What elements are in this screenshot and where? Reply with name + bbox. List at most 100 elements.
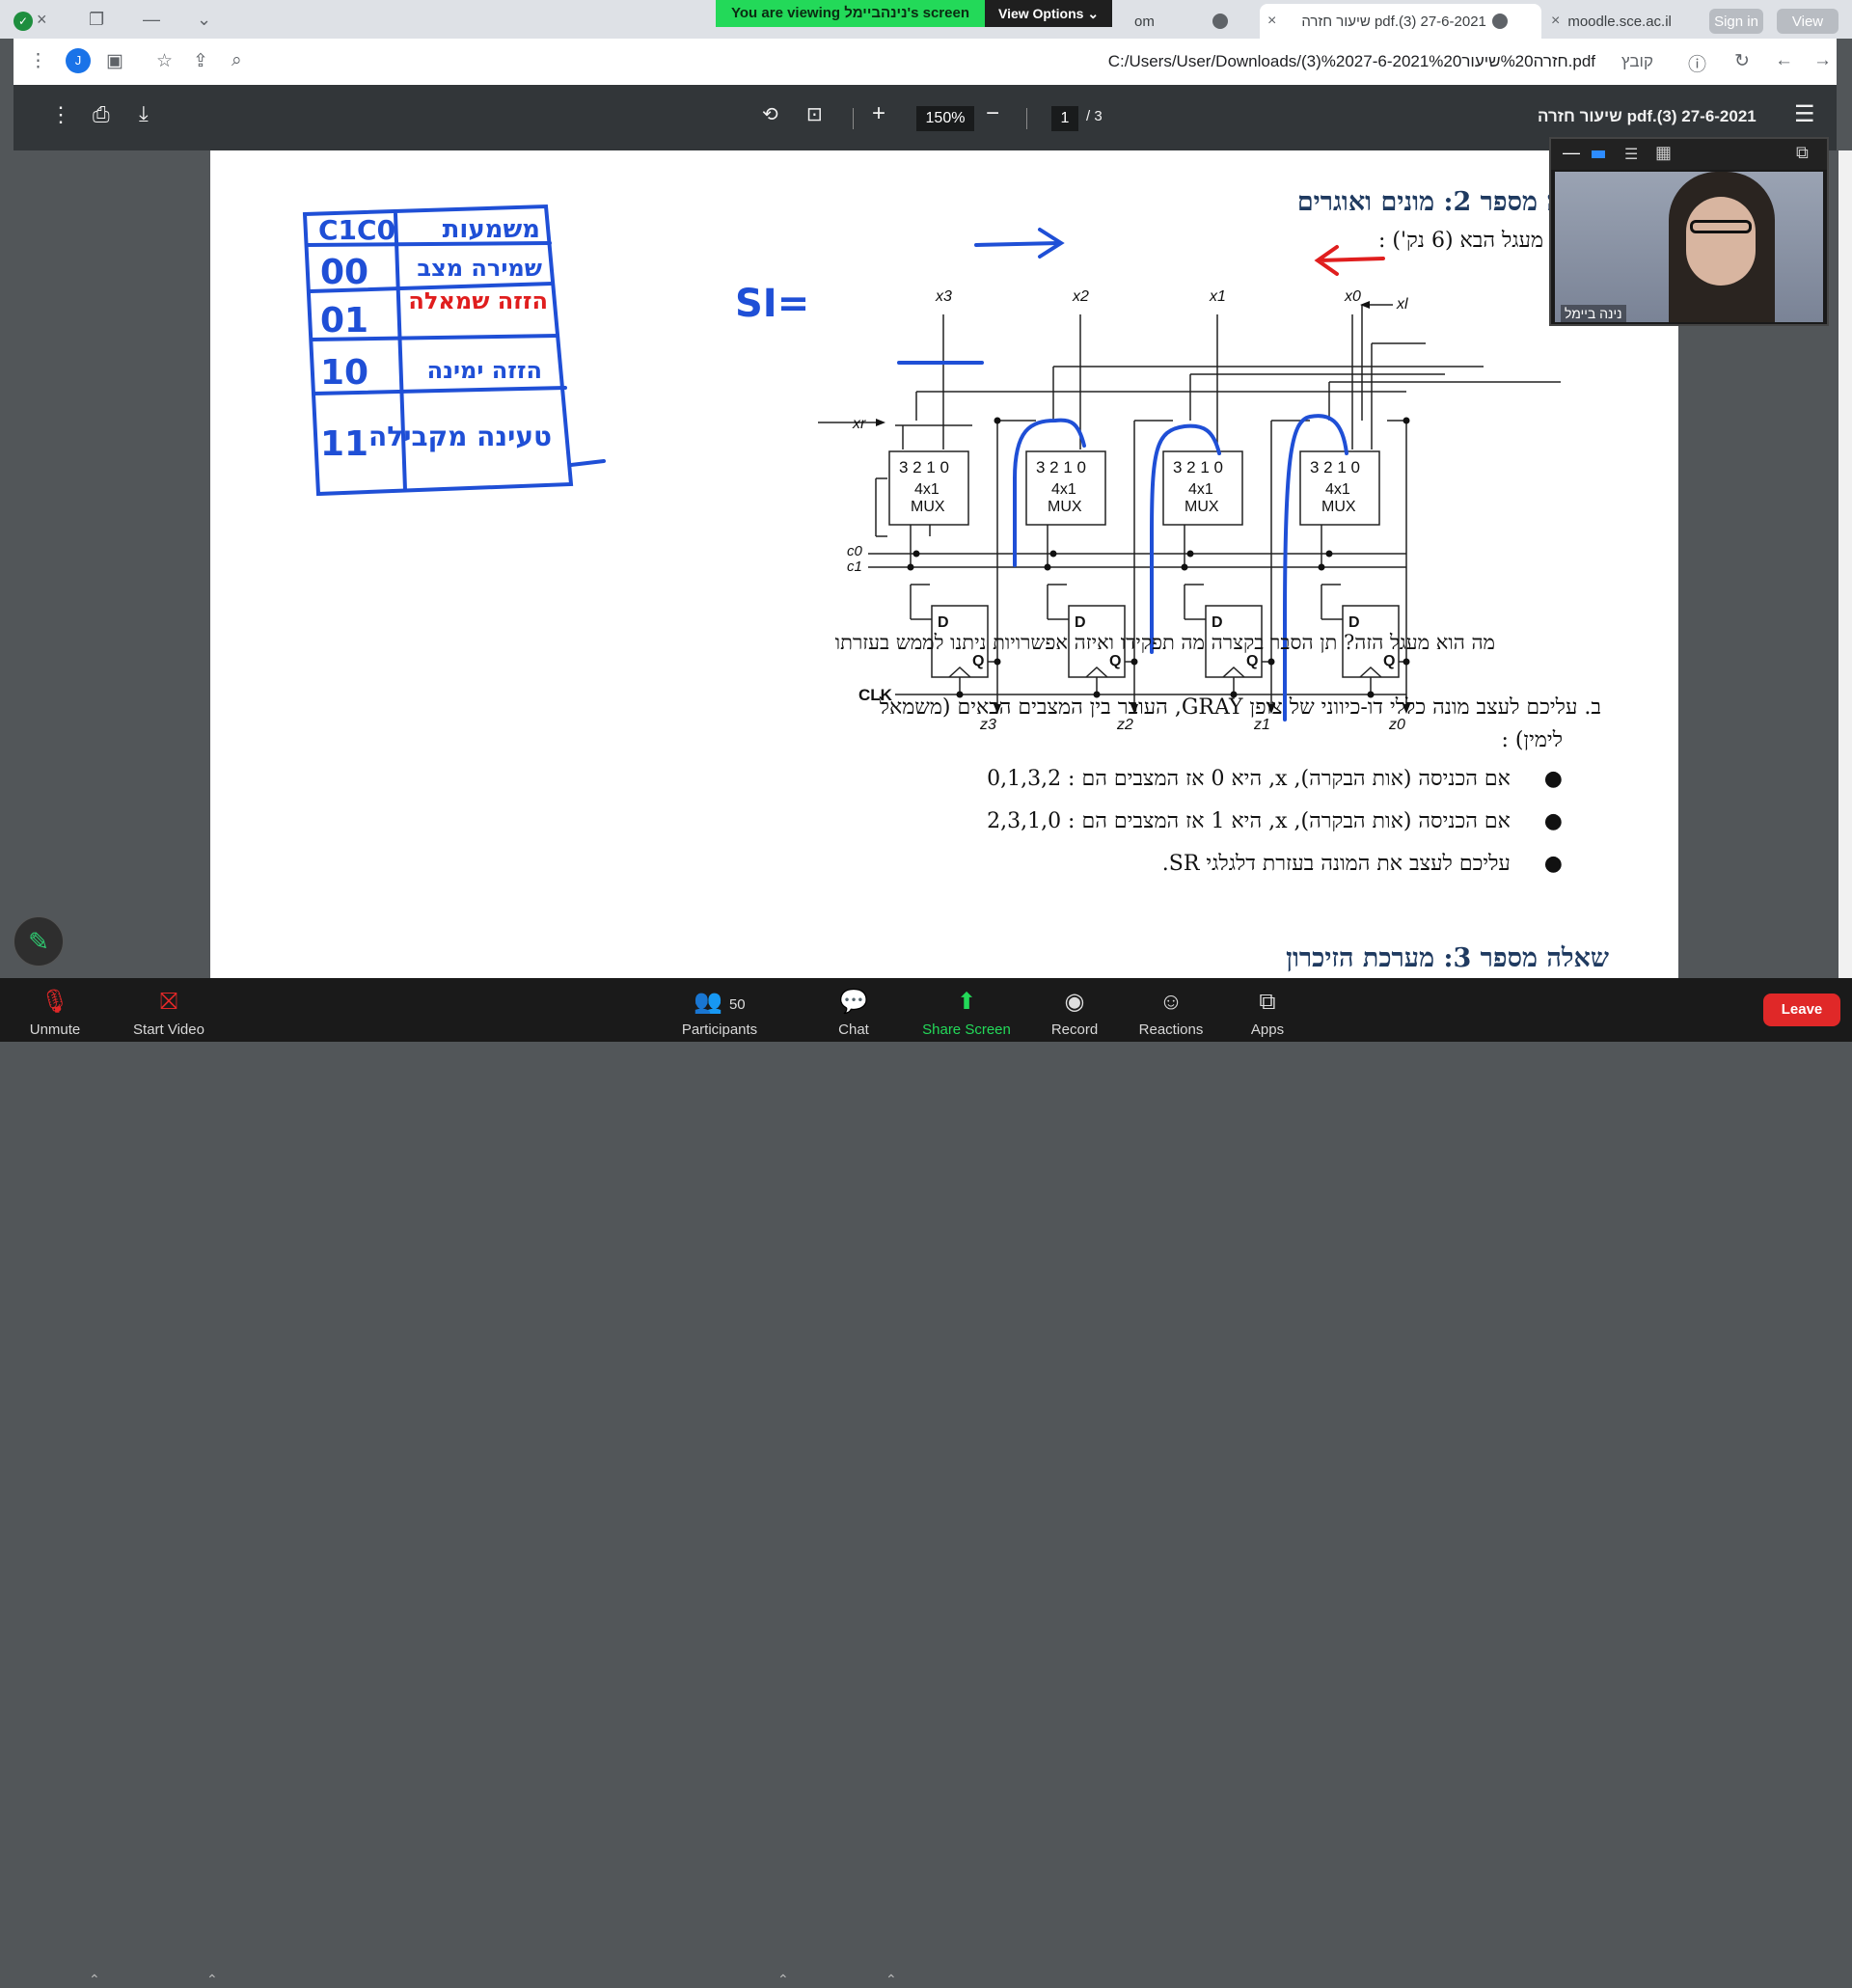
table-row-label: 00 [320, 253, 368, 292]
rotate-icon[interactable]: ⟲ [762, 102, 778, 126]
chevron-up-icon[interactable]: ⌃ [885, 1972, 897, 1988]
chevron-up-icon[interactable]: ⌃ [206, 1972, 218, 1988]
chevron-up-icon[interactable]: ⌃ [89, 1972, 100, 1988]
chat-icon: 💬 [839, 989, 868, 1015]
table-row-label: 11 [320, 424, 368, 464]
question-2b-line1: ב. עליכם לעצב מונה כללי דו-כיווני של צופ… [879, 695, 1601, 720]
more-options-icon[interactable]: ⋮ [50, 102, 71, 127]
reload-icon[interactable]: ↻ [1734, 50, 1750, 72]
zoom-level[interactable]: 150% [916, 106, 974, 131]
reactions-button[interactable]: ☺ Reactions [1136, 978, 1206, 1042]
handwritten-arrow-red [1314, 245, 1385, 276]
ff-q-label: Q [1383, 653, 1395, 669]
annotate-pen-icon[interactable]: ✎ [14, 916, 64, 967]
viewing-label: You are viewing נינהביימל's screen [716, 0, 985, 27]
ff-d-label: D [1212, 614, 1223, 631]
record-button[interactable]: ◉ Record [1048, 978, 1102, 1042]
info-icon[interactable]: ⓘ [1688, 50, 1706, 76]
input-label-x3: x3 [935, 288, 952, 305]
restore-icon[interactable]: ❐ [89, 10, 104, 30]
view-options-button[interactable]: View Options ⌄ [985, 0, 1113, 27]
table-row-label: 01 [320, 301, 368, 340]
handwritten-table: C1C0 משמעות 00 01 10 11 שמירה מצב הזזה י… [302, 204, 606, 497]
start-video-button[interactable]: ⛝ Start Video [125, 978, 212, 1042]
ff-q-label: Q [1246, 653, 1258, 669]
record-icon: ◉ [1064, 989, 1085, 1015]
divider [853, 108, 854, 129]
strip-view-icon[interactable]: ☰ [1624, 145, 1638, 164]
share-screen-icon: ⬆ [956, 989, 977, 1015]
input-label-x2: x2 [1072, 288, 1089, 305]
address-bar: ⋮ ▣ ☆ ⇪ ⌕ C:/Users/User/Downloads/(3)%20… [14, 39, 1837, 85]
mux-label: 4x1 [914, 481, 940, 498]
zoom-in-icon[interactable]: + [872, 100, 885, 127]
back-icon[interactable]: ← [1775, 50, 1793, 71]
globe-icon [1212, 14, 1228, 29]
table-row-label: 10 [320, 353, 368, 393]
avatar[interactable]: J [66, 48, 91, 73]
mux-label: 4x1 [1325, 481, 1350, 498]
globe-icon [1491, 14, 1508, 29]
tab-moodle[interactable]: × moodle.sce.ac.il [1543, 4, 1727, 39]
ff-q-label: Q [972, 653, 984, 669]
scrollbar[interactable] [1838, 150, 1852, 978]
url-text[interactable]: C:/Users/User/Downloads/(3)%2027-6-2021%… [1108, 52, 1595, 71]
tab-other[interactable]: om [1134, 4, 1258, 39]
question-3-title: שאלה מספר 3: מערכת הזיכרון [1286, 943, 1609, 973]
leave-button[interactable]: Leave [1763, 994, 1840, 1026]
control-label-c0: c0 [847, 543, 863, 559]
apps-button[interactable]: ⧉ Apps [1246, 978, 1289, 1042]
video-toolbar: — ☰ ▦ ⧉ [1551, 139, 1827, 170]
shield-icon: ✓ [14, 12, 33, 31]
menu-dots-icon[interactable]: ⋮ [29, 50, 47, 72]
mux-label: MUX [911, 499, 945, 515]
chevron-down-icon[interactable]: ⌄ [197, 10, 211, 30]
mux-select-label: 3 2 1 0 [1173, 458, 1223, 477]
input-label-xr: xr [852, 416, 866, 432]
input-label-xl: xl [1396, 296, 1408, 313]
unmute-button[interactable]: 🎙 Unmute [21, 978, 89, 1042]
participants-button[interactable]: 👥 50 Participants [675, 978, 764, 1042]
exit-pip-icon[interactable]: ⧉ [1796, 143, 1809, 163]
speaker-view-icon[interactable] [1592, 150, 1605, 158]
grid-view-icon[interactable]: ▦ [1655, 143, 1672, 163]
ff-d-label: D [938, 614, 949, 631]
zoom-icon[interactable]: ⌕ [232, 50, 242, 71]
sidebar-icon[interactable]: ▣ [106, 50, 123, 72]
tab-pdf[interactable]: × pdf.(3) 27-6-2021 שיעור חזרה [1260, 4, 1541, 39]
close-icon[interactable]: × [1267, 13, 1276, 30]
download-icon[interactable]: ⤓ [139, 101, 149, 126]
sign-in-button[interactable]: Sign in [1709, 9, 1763, 34]
print-icon[interactable]: ⎙ [93, 102, 110, 127]
table-row-text: טעינה מקבילה [368, 421, 552, 452]
table-row-text: הזזה ימינה [427, 357, 542, 384]
zoom-share-banner: You are viewing נינהביימל's screen View … [716, 0, 1113, 27]
mux-select-label: 3 2 1 0 [1310, 458, 1360, 477]
page-total: / 3 [1086, 108, 1103, 124]
divider [1026, 108, 1027, 129]
scheme-label: קובץ [1620, 52, 1653, 70]
chevron-up-icon[interactable]: ⌃ [777, 1972, 789, 1988]
ff-d-label: D [1075, 614, 1086, 631]
share-screen-button[interactable]: ⬆ Share Screen [918, 978, 1015, 1042]
chat-button[interactable]: 💬 Chat [830, 978, 878, 1042]
star-icon[interactable]: ☆ [156, 50, 173, 72]
bullet-item: ● אם הכניסה (אות הבקרה), x, היא 0 אז המצ… [987, 767, 1563, 791]
table-row-text: הזזה שמאלה [408, 287, 548, 314]
view-button[interactable]: View [1777, 9, 1838, 34]
page-number-input[interactable]: 1 [1051, 106, 1078, 131]
mux-label: 4x1 [1188, 481, 1213, 498]
microphone-muted-icon: 🎙 [40, 989, 70, 1015]
close-icon[interactable]: × [37, 10, 47, 30]
share-icon[interactable]: ⇪ [193, 50, 208, 72]
glasses-icon [1690, 220, 1752, 233]
participant-video [1555, 172, 1823, 322]
minimize-icon[interactable]: — [143, 10, 160, 30]
hamburger-menu-icon[interactable]: ☰ [1794, 100, 1815, 128]
forward-icon[interactable]: → [1813, 50, 1832, 71]
close-icon[interactable]: × [1551, 13, 1560, 30]
minimize-icon[interactable]: — [1563, 143, 1580, 163]
zoom-out-icon[interactable]: − [986, 100, 999, 127]
video-tile[interactable]: — ☰ ▦ ⧉ נינה ביימל [1549, 137, 1829, 326]
fit-page-icon[interactable]: ⊡ [806, 102, 823, 126]
